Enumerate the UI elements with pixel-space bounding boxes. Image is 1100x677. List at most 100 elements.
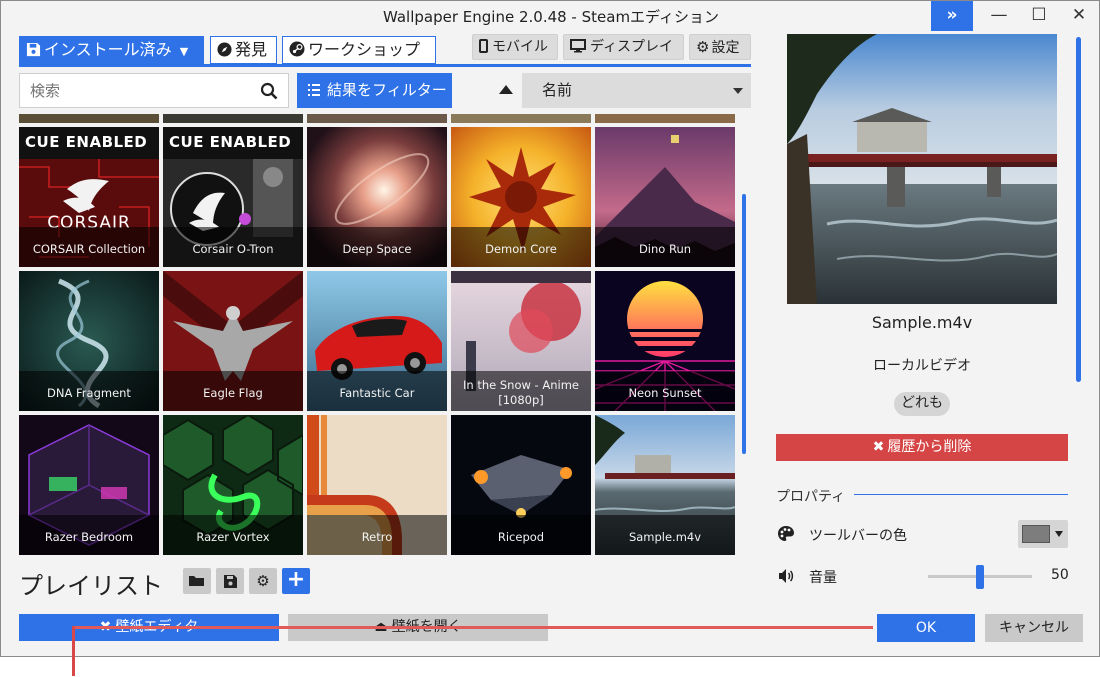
wallpaper-title: Neon Sunset [628,386,702,400]
wallpaper-tile-selected[interactable]: Sample.m4v [595,415,735,555]
plus-icon: + [286,567,306,592]
save-icon [26,42,41,57]
tab-installed-label: インストール済み [44,40,172,59]
folder-open-icon [189,576,204,586]
wallpaper-title: Sample.m4v [628,530,702,544]
wallpaper-title: Razer Bedroom [44,530,134,544]
wallpaper-tile[interactable]: In the Snow - Anime [1080p] [451,271,591,411]
mobile-button-label: モバイル [492,39,548,55]
remove-from-history-button[interactable]: ✖ 履歴から削除 [776,434,1068,461]
wallpaper-tile-partial[interactable] [595,114,735,123]
ok-button[interactable]: OK [877,614,975,642]
wallpaper-title: Dino Run [638,242,692,256]
details-scrollbar[interactable] [1076,37,1081,382]
wallpaper-tile-partial[interactable] [19,114,159,123]
mobile-button[interactable]: モバイル [472,34,558,60]
sort-direction-icon[interactable] [499,85,513,94]
search-icon[interactable] [260,82,278,100]
mobile-icon [479,39,488,53]
grid-scrollbar[interactable] [742,194,746,454]
sort-select-value: 名前 [542,81,573,99]
playlist-open-button[interactable] [183,568,211,594]
wallpaper-tile[interactable]: CUE ENABLED Corsair O-Tron [163,127,303,267]
playlist-add-button[interactable]: + [282,568,310,594]
wallpaper-tile[interactable]: Razer Bedroom [19,415,159,555]
toolbar-color-picker[interactable] [1018,520,1068,548]
settings-button-label: 設定 [711,40,740,56]
selected-file-name: Sample.m4v [871,313,973,332]
wallpaper-tile[interactable]: Razer Vortex [163,415,303,555]
annotation-line-horizontal [73,626,873,629]
wallpaper-title: Ricepod [497,530,545,544]
cue-banner: CUE ENABLED [163,127,303,159]
close-button[interactable]: ✕ [1057,1,1100,31]
properties-heading: プロパティ [776,489,846,505]
save-icon [224,575,237,588]
display-button[interactable]: ディスプレイ [563,34,684,60]
wallpaper-tile[interactable]: Deep Space [307,127,447,267]
wallpaper-title: Razer Vortex [196,530,270,544]
wallpaper-tile-partial[interactable] [451,114,591,123]
wallpaper-title: Eagle Flag [203,386,263,400]
wallpaper-tile[interactable]: Dino Run [595,127,735,267]
search-box[interactable] [19,73,289,108]
minimize-button[interactable]: — [977,1,1021,31]
playlist-save-button[interactable] [216,568,244,594]
tab-underline [19,64,751,67]
close-icon: ✖ [872,439,885,455]
wallpaper-tile-partial[interactable] [163,114,303,123]
tab-workshop-label: ワークショップ [308,40,421,59]
wallpaper-title: In the Snow - Anime [1080p] [463,378,579,407]
wallpaper-tile[interactable]: Demon Core [451,127,591,267]
wallpaper-tile[interactable]: Fantastic Car [307,271,447,411]
selected-file-type: ローカルビデオ [873,358,971,374]
wallpaper-title: DNA Fragment [47,386,131,400]
wallpaper-title: Corsair O-Tron [192,242,274,256]
wallpaper-title: Demon Core [485,242,557,256]
compass-icon [217,42,232,57]
rating-badge[interactable]: どれも [894,392,950,416]
cue-badge-label: CUE ENABLED [169,133,292,151]
volume-label: 音量 [809,570,837,586]
search-input[interactable] [30,81,250,101]
chevron-down-icon: ▼ [179,45,189,58]
wallpaper-preview [787,34,1057,304]
wallpaper-title: Deep Space [342,242,412,256]
wallpaper-title: CORSAIR Collection [32,242,146,256]
filter-results-button[interactable]: 結果をフィルター [297,73,452,108]
color-swatch [1022,525,1050,543]
wallpaper-tile[interactable]: Ricepod [451,415,591,555]
wallpaper-tile[interactable]: Neon Sunset [595,271,735,411]
sort-select[interactable]: 名前 [522,73,751,108]
display-button-label: ディスプレイ [590,39,674,55]
wallpaper-title: Retro [361,530,393,544]
filter-list-icon [308,84,320,96]
tab-discover[interactable]: 発見 [210,36,277,64]
gears-icon: ⚙ [256,572,270,590]
wallpaper-tile[interactable]: DNA Fragment [19,271,159,411]
wallpaper-tile[interactable]: Retro [307,415,447,555]
volume-slider-thumb[interactable] [976,565,984,589]
title-bar: Wallpaper Engine 2.0.48 - Steamエディション » … [1,1,1099,31]
cue-badge-label: CUE ENABLED [25,133,148,151]
cue-banner: CUE ENABLED [19,127,159,159]
annotation-line-vertical [72,626,75,676]
settings-button[interactable]: ⚙ 設定 [689,34,751,60]
wallpaper-tile-partial[interactable] [307,114,447,123]
volume-icon [779,569,794,583]
volume-value: 50 [1051,567,1069,583]
tab-installed[interactable]: インストール済み ▼ [19,36,204,64]
cancel-button[interactable]: キャンセル [985,614,1083,642]
wallpaper-tile[interactable]: CORSAIR CUE ENABLED CORSAIR Collection [19,127,159,267]
maximize-button[interactable]: ☐ [1017,1,1061,31]
filter-results-label: 結果をフィルター [327,81,447,99]
gear-icon: ⚙ [696,38,710,56]
preview-image [787,34,1057,304]
chevron-down-icon [1055,531,1063,537]
toolbar-color-label: ツールバーの色 [809,528,907,544]
playlist-settings-button[interactable]: ⚙ [249,568,277,594]
wallpaper-tile[interactable]: Eagle Flag [163,271,303,411]
wallpaper-grid: CORSAIR CUE ENABLED CORSAIR Collection C… [19,114,737,558]
expand-chevron-button[interactable]: » [931,1,973,31]
tab-workshop[interactable]: ワークショップ [282,36,436,64]
